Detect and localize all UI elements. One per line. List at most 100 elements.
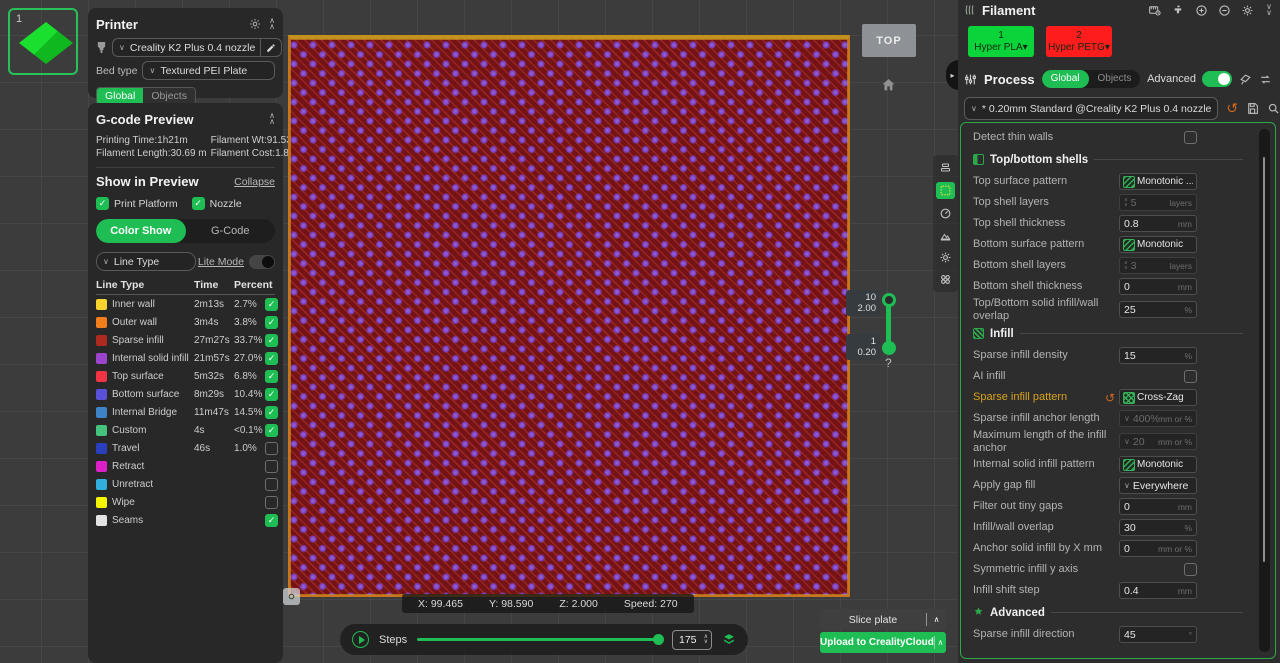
line-type-select[interactable]: ∨ Line Type: [96, 252, 196, 271]
view-cube[interactable]: TOP: [862, 24, 916, 57]
layer-slider-bottom-handle[interactable]: [882, 341, 896, 355]
plate-thumbnail[interactable]: 1: [8, 8, 78, 75]
filament-chip[interactable]: 2Hyper PETG▾: [1046, 26, 1112, 57]
setting-input[interactable]: 0.4mm: [1119, 582, 1197, 599]
setting-input[interactable]: 0mm: [1119, 498, 1197, 515]
process-preset-select[interactable]: ∨ * 0.20mm Standard @Creality K2 Plus 0.…: [964, 97, 1218, 120]
settings-scrollbar[interactable]: [1259, 129, 1270, 652]
scrollbar-thumb[interactable]: [1263, 157, 1265, 562]
line-type-checkbox[interactable]: [265, 460, 278, 473]
support-mountain-icon[interactable]: [937, 228, 954, 243]
pattern-select[interactable]: Monotonic ...: [1119, 173, 1197, 190]
setting-spinner[interactable]: ∧∨5layers: [1119, 194, 1197, 211]
line-type-checkbox[interactable]: [265, 442, 278, 455]
line-type-checkbox[interactable]: ✓: [265, 298, 278, 311]
layers-list-icon[interactable]: [937, 160, 954, 175]
collapse-link[interactable]: Collapse: [234, 176, 275, 188]
setting-input[interactable]: 30%: [1119, 519, 1197, 536]
slice-options-caret[interactable]: ∧: [926, 613, 946, 626]
setting-input[interactable]: 15%: [1119, 347, 1197, 364]
stepper-arrows-icon[interactable]: ∧∨: [1124, 198, 1128, 207]
setting-select[interactable]: ∨20mm or %: [1119, 433, 1197, 450]
tab-objects[interactable]: Objects: [143, 88, 195, 104]
edit-printer-icon[interactable]: [260, 39, 281, 56]
search-settings-icon[interactable]: [1267, 102, 1280, 115]
stepper-arrows-icon[interactable]: ∧∨: [704, 635, 708, 645]
settings-gear-icon[interactable]: [937, 250, 954, 265]
setting-input[interactable]: 25%: [1119, 301, 1197, 318]
multicolor-circles-icon[interactable]: [937, 272, 954, 287]
line-type-checkbox[interactable]: ✓: [265, 424, 278, 437]
ams-sync-icon[interactable]: [1147, 4, 1162, 17]
setting-select[interactable]: ∨400%mm or %: [1119, 410, 1197, 427]
steps-slider-handle[interactable]: [653, 634, 664, 645]
infill-view-icon[interactable]: [936, 182, 955, 199]
color-show-button[interactable]: Color Show: [96, 219, 186, 243]
setting-checkbox[interactable]: [1184, 370, 1197, 383]
steps-value-stepper[interactable]: 175 ∧∨: [672, 630, 712, 650]
pattern-select[interactable]: Monotonic: [1119, 236, 1197, 253]
line-type-checkbox[interactable]: ✓: [265, 388, 278, 401]
setting-select[interactable]: ∨Everywhere: [1119, 477, 1197, 494]
gcode-button[interactable]: G-Code: [186, 219, 276, 243]
remove-filament-icon[interactable]: [1218, 4, 1231, 17]
filament-chip[interactable]: 1Hyper PLA▾: [968, 26, 1034, 57]
stepper-arrows-icon[interactable]: ∧∨: [1124, 261, 1128, 270]
line-type-checkbox[interactable]: [265, 496, 278, 509]
setting-input[interactable]: 0mm or %: [1119, 540, 1197, 557]
print-platform-checkbox-item[interactable]: ✓ Print Platform: [96, 197, 178, 210]
add-filament-icon[interactable]: [1195, 4, 1208, 17]
setting-row: Infill/wall overlap30%: [973, 517, 1255, 538]
pattern-select[interactable]: Monotonic: [1119, 456, 1197, 473]
layers-icon[interactable]: [722, 633, 736, 646]
line-type-checkbox[interactable]: [265, 478, 278, 491]
home-view-icon[interactable]: [880, 77, 897, 93]
line-type-checkbox[interactable]: ✓: [265, 352, 278, 365]
steps-slider[interactable]: [417, 638, 662, 641]
slice-plate-button[interactable]: Slice plate ∧: [820, 609, 946, 630]
lite-mode-toggle[interactable]: [249, 255, 275, 269]
pattern-select[interactable]: Cross-Zag: [1119, 389, 1197, 406]
build-plate-preview[interactable]: [288, 35, 850, 597]
save-preset-icon[interactable]: [1246, 102, 1259, 115]
compare-params-icon[interactable]: [1259, 73, 1272, 86]
upload-options-caret[interactable]: ∧: [934, 636, 946, 649]
filament-tap-icon[interactable]: [1172, 4, 1185, 17]
tab-global[interactable]: Global: [1042, 70, 1089, 88]
gcode-status-bar: X: 99.465 Y: 98.590 Z: 2.000 Speed: 270: [402, 594, 694, 613]
collapse-filament-icon[interactable]: ∨∨: [1266, 4, 1272, 16]
setting-input[interactable]: 0.8mm: [1119, 215, 1197, 232]
line-type-swatch: [96, 425, 107, 436]
bed-type-select[interactable]: ∨ Textured PEI Plate: [142, 61, 275, 80]
play-icon[interactable]: [352, 631, 369, 648]
filament-settings-gear-icon[interactable]: [1241, 4, 1254, 17]
nozzle-checkbox-item[interactable]: ✓ Nozzle: [192, 197, 242, 210]
collapse-panel-icon[interactable]: ∧∧: [269, 18, 275, 30]
undo-icon[interactable]: ↺: [1105, 391, 1115, 405]
checkbox-checked-icon[interactable]: ✓: [192, 197, 205, 210]
line-type-checkbox[interactable]: ✓: [265, 514, 278, 527]
line-type-checkbox[interactable]: ✓: [265, 370, 278, 383]
setting-input[interactable]: 45°: [1119, 626, 1197, 643]
plate-settings-icon[interactable]: [283, 588, 300, 605]
setting-input[interactable]: 0mm: [1119, 278, 1197, 295]
line-type-checkbox[interactable]: ✓: [265, 316, 278, 329]
collapse-panel-icon[interactable]: ∧∧: [269, 113, 275, 125]
speed-gauge-icon[interactable]: [937, 206, 954, 221]
line-type-checkbox[interactable]: ✓: [265, 334, 278, 347]
layer-slider-help[interactable]: ?: [885, 356, 892, 370]
line-type-checkbox[interactable]: ✓: [265, 406, 278, 419]
tab-global[interactable]: Global: [97, 88, 143, 104]
advanced-toggle[interactable]: [1202, 71, 1232, 87]
layer-slider-top-handle[interactable]: [882, 293, 896, 307]
tab-objects[interactable]: Objects: [1089, 70, 1141, 88]
gear-icon[interactable]: [249, 18, 261, 30]
setting-checkbox[interactable]: [1184, 131, 1197, 144]
reset-preset-icon[interactable]: ↺: [1226, 100, 1238, 117]
upload-button[interactable]: Upload to CrealityCloud ∧: [820, 632, 946, 653]
setting-spinner[interactable]: ∧∨3layers: [1119, 257, 1197, 274]
printer-select[interactable]: ∨ Creality K2 Plus 0.4 nozzle: [112, 38, 282, 57]
paint-tag-icon[interactable]: [1239, 73, 1252, 86]
setting-checkbox[interactable]: [1184, 563, 1197, 576]
checkbox-checked-icon[interactable]: ✓: [96, 197, 109, 210]
